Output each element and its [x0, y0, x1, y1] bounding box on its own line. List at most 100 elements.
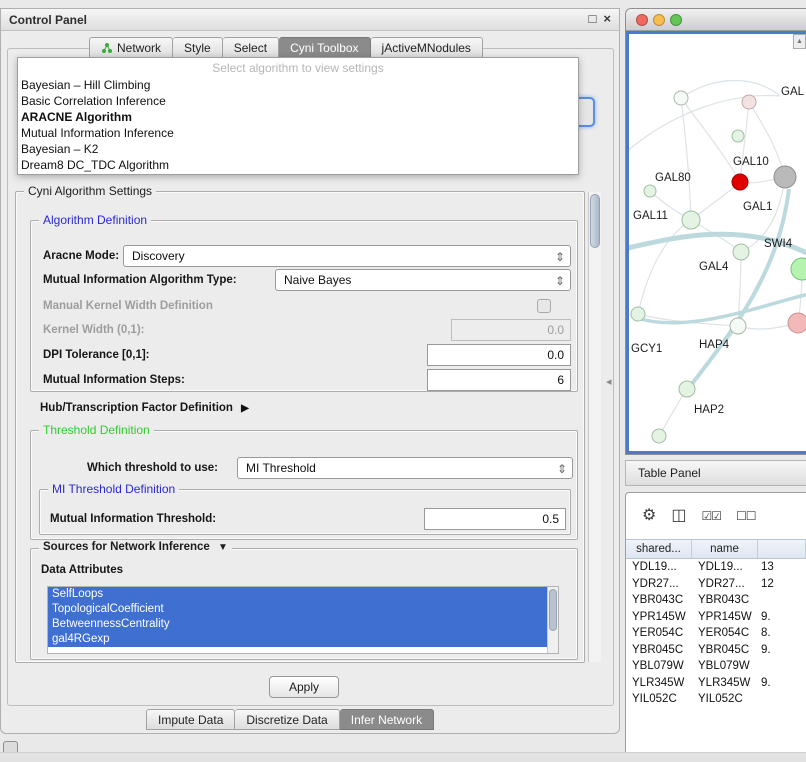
table-row[interactable]: YDR27... YDR27... 12: [626, 576, 806, 593]
network-scroll-up-button[interactable]: ▲: [793, 34, 806, 49]
attributes-list-scrollbar[interactable]: [547, 587, 558, 653]
table-row[interactable]: YIL052C YIL052C: [626, 691, 806, 708]
table-row[interactable]: YBR045C YBR045C 9.: [626, 642, 806, 659]
tab-style[interactable]: Style: [173, 37, 223, 58]
algorithm-dropdown-popup: Select algorithm to view settings Bayesi…: [17, 57, 579, 175]
network-node[interactable]: [674, 91, 688, 105]
algorithm-dropdown-list: Bayesian – Hill Climbing Basic Correlati…: [18, 77, 578, 173]
network-canvas[interactable]: GAL80 GAL10 GAL11 GAL1 SWI4 GAL4 GCY1 HA…: [626, 31, 806, 454]
column-header-shared-name[interactable]: shared...: [626, 540, 692, 558]
algorithm-dropdown-item[interactable]: Basic Correlation Inference: [18, 93, 578, 109]
algorithm-dropdown-item[interactable]: Dream8 DC_TDC Algorithm: [18, 157, 578, 173]
sources-group-expander[interactable]: Sources for Network Inference ▼: [39, 541, 232, 553]
network-node[interactable]: [774, 166, 796, 188]
table-row[interactable]: YER054C YER054C 8.: [626, 625, 806, 642]
tab-label: Cyni Toolbox: [290, 41, 358, 55]
tab-label: Style: [184, 41, 211, 55]
table-row[interactable]: YBR043C YBR043C: [626, 592, 806, 609]
mi-threshold-label: Mutual Information Threshold:: [50, 508, 216, 530]
sources-group: Sources for Network Inference ▼ Data Att…: [30, 548, 578, 660]
tab-cyni-toolbox[interactable]: Cyni Toolbox: [279, 37, 370, 58]
table-row[interactable]: YLR345W YLR345W 9.: [626, 675, 806, 692]
aracne-mode-value: Discovery: [132, 249, 185, 263]
splitter-toggle-icon[interactable]: ◂: [606, 375, 612, 388]
aracne-mode-combobox[interactable]: Discovery ⇕: [123, 245, 571, 267]
zoom-traffic-light[interactable]: [670, 14, 682, 26]
tab-infer-network[interactable]: Infer Network: [340, 709, 434, 730]
network-node[interactable]: [652, 429, 666, 443]
data-attribute-item[interactable]: BetweennessCentrality: [48, 617, 547, 632]
tab-select[interactable]: Select: [223, 37, 279, 58]
node-label: GAL10: [733, 156, 769, 168]
manual-kernel-width-checkbox[interactable]: [537, 299, 551, 313]
algorithm-dropdown-item[interactable]: ARACNE Algorithm: [18, 109, 578, 125]
settings-scroll-thumb[interactable]: [590, 194, 600, 248]
network-node[interactable]: [733, 244, 749, 260]
attributes-list-scroll-thumb[interactable]: [549, 589, 557, 631]
mi-algorithm-type-combobox[interactable]: Naive Bayes ⇕: [275, 269, 571, 291]
tab-impute-data[interactable]: Impute Data: [146, 709, 235, 730]
network-node[interactable]: [742, 95, 756, 109]
network-node-gal10[interactable]: [732, 174, 748, 190]
node-label: SWI4: [764, 238, 793, 250]
network-graph: GAL80 GAL10 GAL11 GAL1 SWI4 GAL4 GCY1 HA…: [629, 34, 806, 454]
data-attribute-item[interactable]: SelfLoops: [48, 587, 547, 602]
cell-name: YIL052C: [692, 691, 758, 708]
cell-shared-name: YBR045C: [626, 642, 692, 659]
table-row[interactable]: YDL19... YDL19... 13: [626, 559, 806, 576]
network-node[interactable]: [732, 130, 744, 142]
collapsed-arrow-icon: ▶: [241, 403, 249, 414]
cell-name: YBR043C: [692, 592, 758, 609]
network-node[interactable]: [679, 381, 695, 397]
algorithm-definition-title: Algorithm Definition: [39, 213, 151, 227]
tab-discretize-data[interactable]: Discretize Data: [235, 709, 339, 730]
node-label: GAL80: [655, 172, 691, 184]
cell-extra: [758, 658, 806, 675]
network-node[interactable]: [730, 318, 746, 334]
algorithm-dropdown-item[interactable]: Bayesian – Hill Climbing: [18, 77, 578, 93]
mi-algorithm-type-value: Naive Bayes: [284, 273, 351, 287]
table-body: YDL19... YDL19... 13 YDR27... YDR27... 1…: [626, 559, 806, 708]
data-attribute-item[interactable]: TopologicalCoefficient: [48, 602, 547, 617]
algorithm-dropdown-item[interactable]: Mutual Information Inference: [18, 125, 578, 141]
kernel-width-field[interactable]: 0.0: [451, 319, 571, 341]
network-tab-icon: [101, 42, 113, 54]
network-node[interactable]: [791, 258, 806, 280]
column-header-name[interactable]: name: [692, 540, 758, 558]
table-row[interactable]: YPR145W YPR145W 9.: [626, 609, 806, 626]
cell-name: YLR345W: [692, 675, 758, 692]
combo-arrows-icon: ⇕: [557, 459, 567, 479]
network-node[interactable]: [682, 211, 700, 229]
which-threshold-combobox[interactable]: MI Threshold ⇕: [237, 457, 573, 479]
apply-button[interactable]: Apply: [269, 676, 339, 698]
deselect-all-checkboxes-icon[interactable]: ☐☐: [736, 508, 756, 524]
network-node[interactable]: [644, 185, 656, 197]
float-window-icon[interactable]: □: [589, 11, 597, 26]
columns-icon[interactable]: ◫: [671, 508, 686, 524]
table-toolbar: ⚙ ◫ ☑☑ ☐☐: [626, 493, 806, 539]
tab-network[interactable]: Network: [89, 37, 173, 58]
close-traffic-light[interactable]: [636, 14, 648, 26]
cell-shared-name: YBL079W: [626, 658, 692, 675]
network-node[interactable]: [631, 307, 645, 321]
settings-scrollbar[interactable]: [588, 192, 601, 662]
mi-steps-field[interactable]: 6: [427, 369, 571, 391]
minimize-traffic-light[interactable]: [653, 14, 665, 26]
select-all-checkboxes-icon[interactable]: ☑☑: [701, 508, 721, 524]
data-attribute-item[interactable]: gal4RGexp: [48, 632, 547, 647]
mi-algorithm-type-label: Mutual Information Algorithm Type:: [43, 269, 237, 291]
mi-threshold-group-title: MI Threshold Definition: [48, 482, 179, 496]
mi-threshold-field[interactable]: 0.5: [424, 508, 566, 530]
close-window-icon[interactable]: ×: [603, 11, 611, 26]
hub-definition-expander[interactable]: Hub/Transcription Factor Definition ▶: [40, 402, 249, 414]
cell-shared-name: YLR345W: [626, 675, 692, 692]
gear-icon[interactable]: ⚙: [642, 508, 656, 524]
tab-jactivemnodules[interactable]: jActiveMNodules: [371, 37, 483, 58]
node-label: GAL: [781, 86, 805, 98]
column-header-extra[interactable]: [758, 540, 806, 558]
cell-name: YPR145W: [692, 609, 758, 626]
table-row[interactable]: YBL079W YBL079W: [626, 658, 806, 675]
dpi-tolerance-field[interactable]: 0.0: [427, 344, 571, 366]
network-node[interactable]: [788, 313, 806, 333]
algorithm-dropdown-item[interactable]: Bayesian – K2: [18, 141, 578, 157]
